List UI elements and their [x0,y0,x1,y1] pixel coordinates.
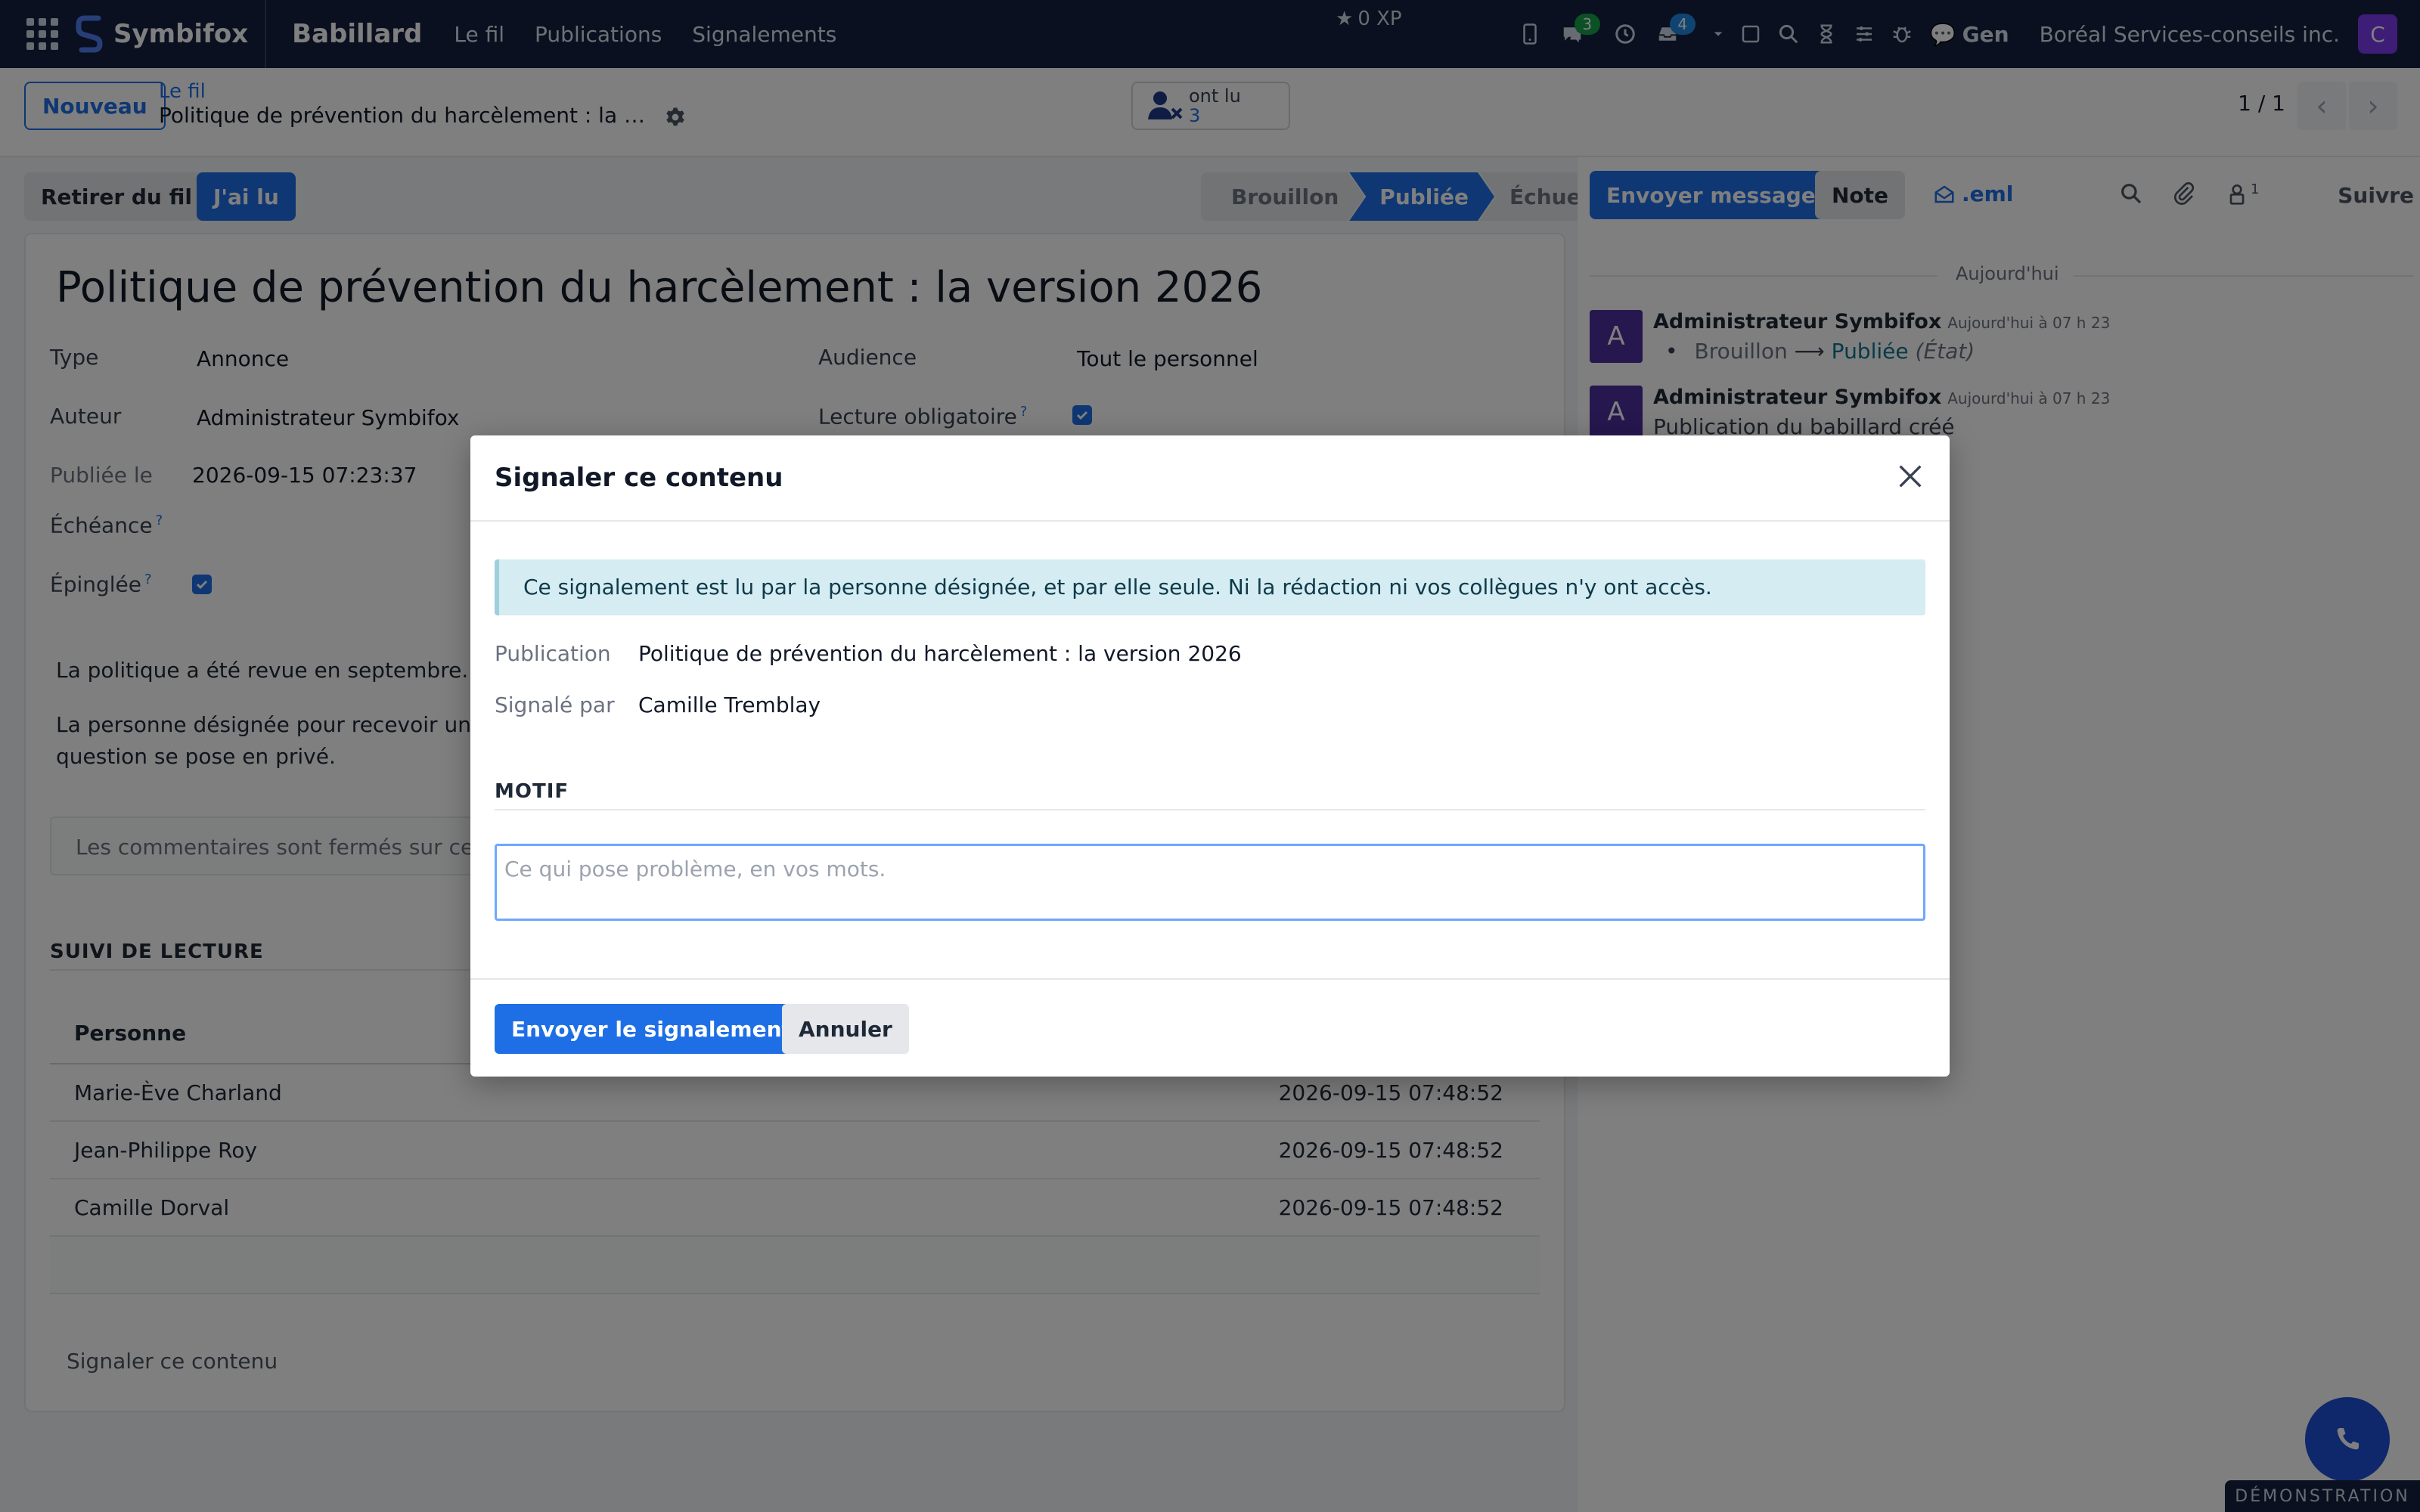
section-divider [495,809,1925,810]
report-dialog: Signaler ce contenu Ce signalement est l… [470,435,1950,1077]
dialog-header: Signaler ce contenu [470,435,1950,522]
cancel-button[interactable]: Annuler [782,1004,909,1054]
send-report-button[interactable]: Envoyer le signalement [495,1004,808,1054]
reported-by-value: Camille Tremblay [638,692,821,717]
dialog-footer: Envoyer le signalement Annuler [470,978,1950,1077]
privacy-notice: Ce signalement est lu par la personne dé… [495,559,1925,615]
publication-value: Politique de prévention du harcèlement :… [638,641,1242,666]
close-icon[interactable] [1895,461,1925,491]
dialog-title: Signaler ce contenu [495,463,783,493]
motif-textarea[interactable] [495,844,1925,921]
reported-by-label: Signalé par [495,692,615,717]
motif-section-title: MOTIF [495,780,569,803]
publication-label: Publication [495,641,611,666]
